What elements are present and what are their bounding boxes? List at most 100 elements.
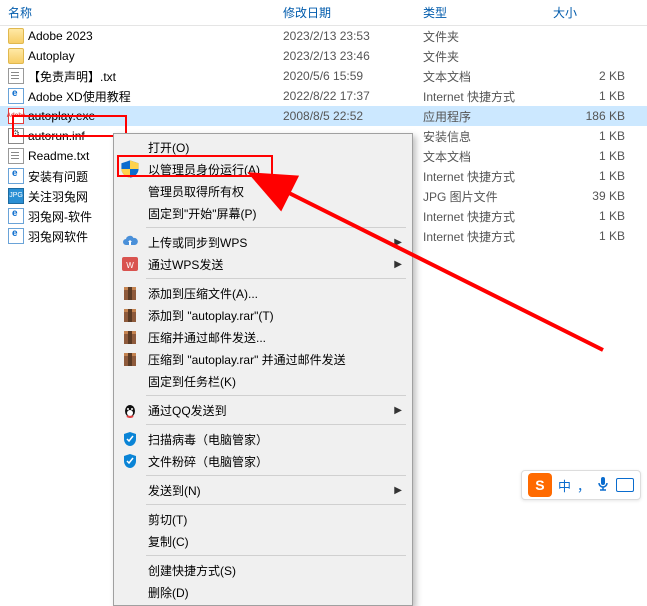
file-row[interactable]: Adobe XD使用教程2022/8/22 17:37Internet 快捷方式… <box>0 86 647 106</box>
menu-item[interactable]: 文件粉碎（电脑管家） <box>116 450 410 472</box>
url-icon <box>8 168 24 184</box>
file-size: 1 KB <box>545 229 635 243</box>
blank-icon <box>120 533 140 549</box>
microphone-icon[interactable] <box>596 476 610 495</box>
menu-label: 通过WPS发送 <box>148 256 386 273</box>
blank-icon <box>120 482 140 498</box>
submenu-arrow-icon: ▶ <box>394 237 402 248</box>
col-header-date[interactable]: 修改日期 <box>275 0 415 25</box>
txt-icon <box>8 68 24 84</box>
menu-item[interactable]: 固定到任务栏(K) <box>116 370 410 392</box>
file-type: 文件夹 <box>415 28 545 45</box>
column-header-row: 名称 修改日期 类型 大小 <box>0 0 647 26</box>
menu-separator <box>146 395 406 396</box>
wps-icon: W <box>120 256 140 272</box>
url-icon <box>8 88 24 104</box>
menu-label: 固定到"开始"屏幕(P) <box>148 205 402 222</box>
blank-icon <box>120 205 140 221</box>
file-date: 2008/8/5 22:52 <box>275 109 415 123</box>
menu-item[interactable]: 上传或同步到WPS▶ <box>116 231 410 253</box>
file-size: 186 KB <box>545 109 635 123</box>
menu-item[interactable]: 删除(D) <box>116 581 410 603</box>
file-row[interactable]: 【免责声明】.txt2020/5/6 15:59文本文档2 KB <box>0 66 647 86</box>
ime-punct[interactable]: ， <box>577 476 590 495</box>
inf-icon <box>8 128 24 144</box>
menu-label: 文件粉碎（电脑管家） <box>148 453 402 470</box>
shield-icon <box>120 161 140 177</box>
menu-item[interactable]: 剪切(T) <box>116 508 410 530</box>
file-row[interactable]: Autoplay 2023/2/13 23:46文件夹 <box>0 46 647 66</box>
svg-text:W: W <box>126 261 134 270</box>
file-name: Autoplay <box>28 49 75 63</box>
menu-item[interactable]: 管理员取得所有权 <box>116 180 410 202</box>
menu-label: 扫描病毒（电脑管家） <box>148 431 402 448</box>
archive-icon <box>120 307 140 323</box>
menu-label: 复制(C) <box>148 533 402 550</box>
file-row[interactable]: Adobe 20232023/2/13 23:53文件夹 <box>0 26 647 46</box>
ime-toolbar[interactable]: S 中 ， <box>521 470 641 500</box>
file-name: 羽兔网-软件 <box>28 208 92 225</box>
menu-label: 以管理员身份运行(A) <box>148 161 402 178</box>
ime-logo-icon[interactable]: S <box>528 473 552 497</box>
file-name: 关注羽兔网 <box>28 188 88 205</box>
file-name: Adobe XD使用教程 <box>28 88 131 105</box>
menu-item[interactable]: 发送到(N)▶ <box>116 479 410 501</box>
file-name: autorun.inf <box>28 129 85 143</box>
archive-icon <box>120 329 140 345</box>
blank-icon <box>120 183 140 199</box>
file-type: JPG 图片文件 <box>415 188 545 205</box>
menu-label: 添加到 "autoplay.rar"(T) <box>148 307 402 324</box>
col-header-type[interactable]: 类型 <box>415 0 545 25</box>
menu-item[interactable]: 添加到 "autoplay.rar"(T) <box>116 304 410 326</box>
submenu-arrow-icon: ▶ <box>394 405 402 416</box>
blank-icon <box>120 373 140 389</box>
menu-separator <box>146 278 406 279</box>
file-date: 2023/2/13 23:46 <box>275 49 415 63</box>
menu-separator <box>146 424 406 425</box>
file-type: Internet 快捷方式 <box>415 168 545 185</box>
guanjia-icon <box>120 431 140 447</box>
menu-item[interactable]: 以管理员身份运行(A) <box>116 158 410 180</box>
menu-item[interactable]: 创建快捷方式(S) <box>116 559 410 581</box>
col-header-name[interactable]: 名称 <box>0 0 275 25</box>
ime-lang[interactable]: 中 <box>558 476 571 495</box>
archive-icon <box>120 351 140 367</box>
blank-icon <box>120 511 140 527</box>
url-icon <box>8 228 24 244</box>
file-row[interactable]: Adobeautoplay.exe2008/8/5 22:52应用程序186 K… <box>0 106 647 126</box>
menu-label: 添加到压缩文件(A)... <box>148 285 402 302</box>
menu-item[interactable]: 固定到"开始"屏幕(P) <box>116 202 410 224</box>
menu-item[interactable]: W通过WPS发送▶ <box>116 253 410 275</box>
menu-label: 通过QQ发送到 <box>148 402 386 419</box>
file-date: 2022/8/22 17:37 <box>275 89 415 103</box>
menu-separator <box>146 475 406 476</box>
keyboard-icon[interactable] <box>616 478 634 492</box>
file-size: 1 KB <box>545 209 635 223</box>
folder-icon <box>8 28 24 44</box>
menu-item[interactable]: 打开(O) <box>116 136 410 158</box>
menu-item[interactable]: 扫描病毒（电脑管家） <box>116 428 410 450</box>
menu-item[interactable]: 压缩并通过邮件发送... <box>116 326 410 348</box>
menu-separator <box>146 555 406 556</box>
txt-icon <box>8 148 24 164</box>
file-size: 1 KB <box>545 89 635 103</box>
menu-label: 管理员取得所有权 <box>148 183 402 200</box>
cloud-up-icon <box>120 234 140 250</box>
file-name: Adobe 2023 <box>28 29 93 43</box>
menu-item[interactable]: 通过QQ发送到 ▶ <box>116 399 410 421</box>
col-header-size[interactable]: 大小 <box>545 0 647 25</box>
blank-icon <box>120 562 140 578</box>
blank-icon <box>120 139 140 155</box>
menu-label: 发送到(N) <box>148 482 386 499</box>
menu-item[interactable]: 压缩到 "autoplay.rar" 并通过邮件发送 <box>116 348 410 370</box>
menu-item[interactable]: 复制(C) <box>116 530 410 552</box>
file-size: 39 KB <box>545 189 635 203</box>
file-name: 羽兔网软件 <box>28 228 88 245</box>
file-type: 应用程序 <box>415 108 545 125</box>
menu-item[interactable]: 添加到压缩文件(A)... <box>116 282 410 304</box>
file-size: 1 KB <box>545 169 635 183</box>
file-type: 文件夹 <box>415 48 545 65</box>
jpg-icon: JPG <box>8 188 24 204</box>
context-menu: 打开(O) 以管理员身份运行(A) 管理员取得所有权固定到"开始"屏幕(P) 上传或同… <box>113 133 413 606</box>
exe-icon: Adobe <box>8 108 24 124</box>
